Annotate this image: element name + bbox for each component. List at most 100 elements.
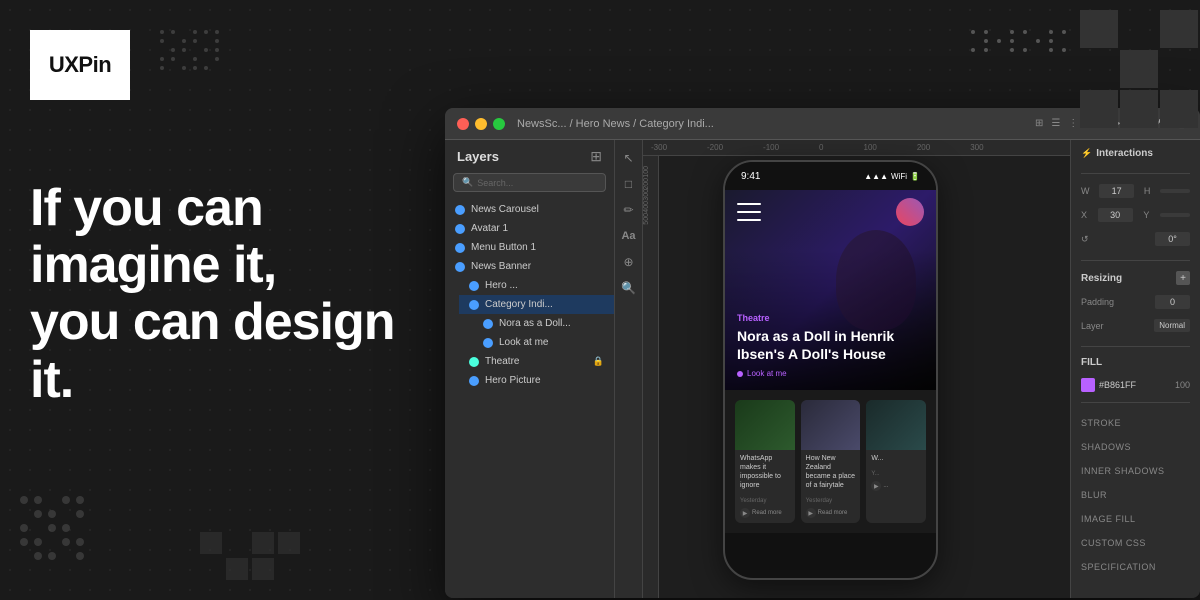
deco-dots-top [971, 30, 1070, 52]
component-tool[interactable]: ⊕ [619, 252, 639, 272]
layer-item[interactable]: Hero ... [459, 276, 614, 295]
xy-row: X 30 Y [1081, 208, 1190, 222]
resizing-add-btn[interactable]: + [1176, 271, 1190, 285]
layer-item[interactable]: Nora as a Doll... [473, 314, 614, 333]
layer-label: Layer [1081, 321, 1104, 331]
hero-cta[interactable]: Look at me [737, 369, 924, 378]
text-tool[interactable]: Aa [619, 226, 639, 246]
layer-label: News Carousel [471, 204, 539, 215]
specification-label: SPECIFICATION [1081, 562, 1156, 572]
layer-item[interactable]: Theatre 🔒 [459, 352, 614, 371]
close-button[interactable] [457, 118, 469, 130]
maximize-button[interactable] [493, 118, 505, 130]
article-meta: Yesterday [801, 494, 861, 506]
breadcrumb: NewsSc... / Hero News / Category Indi... [517, 118, 714, 130]
layers-title: Layers [457, 149, 499, 164]
layer-dot [455, 243, 465, 253]
deco-dots-logo [160, 30, 221, 70]
article-card[interactable]: WhatsApp makes it impossible to ignore Y… [735, 400, 795, 523]
image-fill-section: IMAGE FILL [1081, 509, 1190, 527]
article-title: How New Zealand became a place of a fair… [801, 450, 861, 494]
left-toolbar: ↖ □ ✏ Aa ⊕ 🔍 [615, 140, 643, 598]
layer-value[interactable]: Normal [1154, 319, 1190, 332]
layer-item[interactable]: News Carousel [445, 200, 614, 219]
cta-text: Look at me [747, 369, 787, 378]
read-more-icon: ▶ [871, 481, 881, 491]
tagline: If you can imagine it, you can design it… [30, 180, 410, 409]
layer-label: Look at me [499, 337, 548, 348]
height-label: H [1144, 186, 1151, 196]
layers-menu-icon[interactable]: ⊞ [590, 148, 602, 165]
deco-dots-left [20, 496, 84, 560]
read-more[interactable]: ▶ Read more [801, 506, 861, 523]
x-value[interactable]: 30 [1098, 208, 1133, 222]
article-card[interactable]: How New Zealand became a place of a fair… [801, 400, 861, 523]
blur-label: BLUR [1081, 490, 1107, 500]
canvas-ruler-numbers: 100 200 300 400 500 [643, 156, 659, 234]
width-value[interactable]: 17 [1099, 184, 1134, 198]
layer-label: News Banner [471, 261, 531, 272]
view-icon[interactable]: ⊞ [1035, 118, 1043, 129]
layer-label: Hero ... [485, 280, 518, 291]
layer-dot [469, 300, 479, 310]
read-more-text: Read more [752, 510, 782, 516]
canvas-area[interactable]: -300-200-1000100200300 9:41 ▲▲▲ WiFi 🔋 [643, 140, 1070, 598]
blur-section: BLUR [1081, 485, 1190, 503]
menu-icon[interactable]: ☰ [1051, 118, 1060, 129]
pen-tool[interactable]: ✏ [619, 200, 639, 220]
custom-css-section: CUSTOM CSS [1081, 533, 1190, 551]
fill-row[interactable]: #B861FF 100 [1081, 378, 1190, 392]
width-height-row: W 17 H [1081, 184, 1190, 198]
layers-search[interactable]: 🔍 Search... [453, 173, 606, 192]
rotation-label: ↺ [1081, 234, 1089, 245]
hero-category: Theatre [737, 313, 924, 323]
layer-item[interactable]: Avatar 1 [445, 219, 614, 238]
editor-area: Layers ⊞ 🔍 Search... News Carousel Avata… [445, 140, 1200, 598]
layer-dot [483, 319, 493, 329]
stroke-section: STROKE [1081, 413, 1190, 431]
layer-label: Category Indi... [485, 299, 553, 310]
deco-blocks-top-right [1080, 10, 1200, 128]
height-value[interactable] [1160, 189, 1190, 193]
article-date: Yesterday [806, 498, 832, 504]
layer-item[interactable]: News Banner [445, 257, 614, 276]
padding-value[interactable]: 0 [1155, 295, 1190, 309]
read-more[interactable]: ▶ Read more [735, 506, 795, 523]
minimize-button[interactable] [475, 118, 487, 130]
layer-item-selected[interactable]: Category Indi... [459, 295, 614, 314]
layer-label: Theatre [485, 356, 519, 367]
layers-header: Layers ⊞ [445, 140, 614, 169]
logo-text: UXPin [49, 52, 111, 78]
cursor-tool[interactable]: ↖ [619, 148, 639, 168]
search-placeholder: Search... [477, 178, 513, 188]
search-icon: 🔍 [462, 177, 473, 188]
shape-tool[interactable]: □ [619, 174, 639, 194]
hero-title: Nora as a Doll in Henrik Ibsen's A Doll'… [737, 327, 924, 363]
articles-area: WhatsApp makes it impossible to ignore Y… [725, 390, 936, 533]
layer-dot [483, 338, 493, 348]
article-meta: Yesterday [735, 494, 795, 506]
y-label: Y [1143, 210, 1149, 220]
fill-section: FILL [1081, 357, 1190, 368]
layer-item[interactable]: Hero Picture [459, 371, 614, 390]
fill-label: FILL [1081, 357, 1102, 368]
article-image [801, 400, 861, 450]
fill-color-swatch[interactable] [1081, 378, 1095, 392]
layer-dot [455, 262, 465, 272]
read-more[interactable]: ▶ ... [866, 479, 926, 496]
layer-label: Hero Picture [485, 375, 541, 386]
article-date: Y... [871, 471, 879, 477]
article-card[interactable]: W... Y... ▶ ... [866, 400, 926, 523]
rotation-value[interactable]: 0° [1155, 232, 1190, 246]
phone-mockup: 9:41 ▲▲▲ WiFi 🔋 [723, 160, 938, 580]
y-value[interactable] [1160, 213, 1190, 217]
hero-section: Theatre Nora as a Doll in Henrik Ibsen's… [725, 190, 936, 390]
logo: UXPin [30, 30, 130, 100]
rotation-row: ↺ 0° [1081, 232, 1190, 246]
zoom-tool[interactable]: 🔍 [619, 278, 639, 298]
layer-item[interactable]: Menu Button 1 [445, 238, 614, 257]
layer-dot [455, 224, 465, 234]
interactions-header: ⚡ Interactions [1081, 148, 1190, 159]
layer-dot [469, 281, 479, 291]
layer-item[interactable]: Look at me [473, 333, 614, 352]
